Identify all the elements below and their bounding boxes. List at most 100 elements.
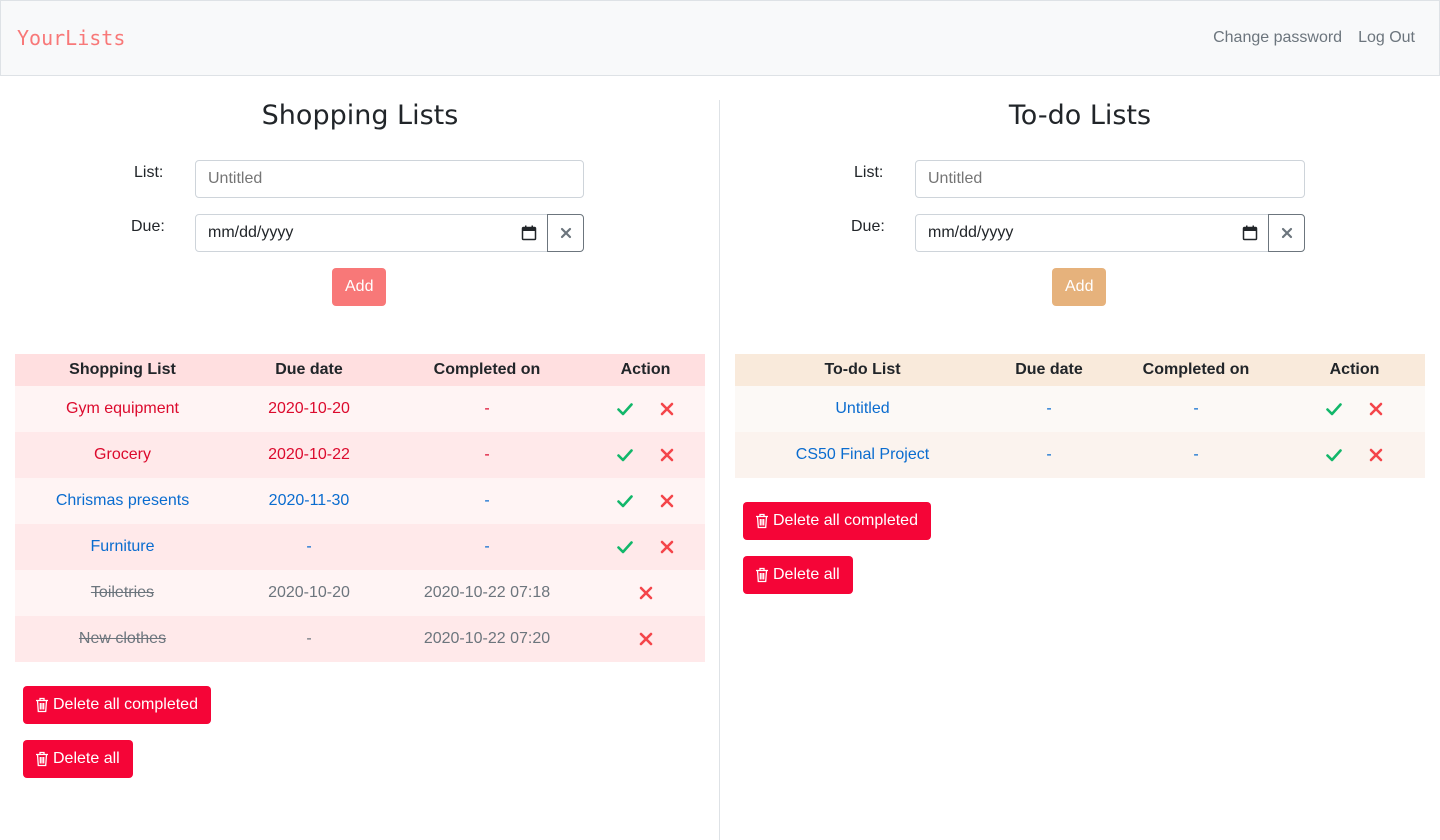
col-header-action: Action	[1329, 361, 1380, 378]
action-cell	[586, 432, 705, 478]
col-header-due: Due date	[275, 361, 343, 378]
table-row: Untitled - -	[735, 386, 1425, 432]
shopping-delete-all-button[interactable]: Delete all	[23, 740, 133, 778]
calendar-icon[interactable]	[1242, 225, 1258, 241]
list-name-link[interactable]: Toiletries	[15, 570, 230, 616]
delete-completed-label: Delete all completed	[53, 696, 198, 713]
action-cell	[586, 616, 705, 662]
list-name-link[interactable]: Furniture	[15, 524, 230, 570]
brand-logo[interactable]: YourLists	[17, 26, 125, 50]
table-row: CS50 Final Project - -	[735, 432, 1425, 478]
completed-on: 2020-10-22 07:18	[423, 584, 551, 601]
shopping-due-input[interactable]: mm/dd/yyyy	[195, 214, 548, 252]
shopping-due-placeholder: mm/dd/yyyy	[208, 224, 294, 241]
completed-on: -	[484, 492, 490, 509]
col-header-action: Action	[620, 361, 671, 378]
table-row: Grocery 2020-10-22 -	[15, 432, 705, 478]
list-name-link[interactable]: Grocery	[15, 432, 230, 478]
todo-add-button[interactable]: Add	[1052, 268, 1107, 306]
table-row: New clothes - 2020-10-22 07:20	[15, 616, 705, 662]
due-date: 2020-10-22	[268, 446, 350, 463]
shopping-list-input[interactable]	[195, 160, 584, 198]
delete-x-icon[interactable]	[638, 585, 654, 601]
trash-icon	[756, 513, 768, 529]
todo-table: To-do List Due date Completed on Action …	[735, 354, 1425, 478]
delete-x-icon[interactable]	[659, 493, 675, 509]
due-date: -	[1046, 400, 1052, 417]
nav-links: Change password Log Out	[1213, 29, 1415, 47]
shopping-list-label: List:	[134, 164, 164, 181]
trash-icon	[756, 567, 768, 583]
list-name-link[interactable]: Chrismas presents	[15, 478, 230, 524]
action-cell	[586, 570, 705, 616]
todo-list-input[interactable]	[915, 160, 1305, 198]
list-name-link[interactable]: CS50 Final Project	[735, 432, 990, 478]
action-cell	[1284, 432, 1425, 478]
trash-icon	[36, 697, 48, 713]
due-date: -	[1046, 446, 1052, 463]
logout-link[interactable]: Log Out	[1358, 29, 1415, 47]
col-header-due: Due date	[1015, 361, 1083, 378]
completed-on: -	[1193, 446, 1199, 463]
completed-on: 2020-10-22 07:20	[423, 630, 551, 647]
delete-x-icon[interactable]	[659, 539, 675, 555]
shopping-clear-date-button[interactable]	[547, 214, 584, 252]
list-name-link[interactable]: Gym equipment	[15, 386, 230, 432]
delete-all-label: Delete all	[53, 750, 120, 767]
list-name-link[interactable]: New clothes	[15, 616, 230, 662]
due-date: -	[306, 538, 312, 555]
delete-all-label: Delete all	[773, 566, 840, 583]
check-icon[interactable]	[1325, 401, 1342, 417]
check-icon[interactable]	[616, 401, 633, 417]
shopping-add-button[interactable]: Add	[332, 268, 387, 306]
close-icon	[560, 227, 571, 239]
check-icon[interactable]	[616, 447, 633, 463]
table-row: Toiletries 2020-10-20 2020-10-22 07:18	[15, 570, 705, 616]
navbar: YourLists Change password Log Out	[0, 0, 1440, 76]
due-date: -	[306, 630, 312, 647]
delete-x-icon[interactable]	[659, 447, 675, 463]
col-header-completed: Completed on	[1142, 361, 1250, 378]
todo-list-label: List:	[854, 164, 884, 181]
column-divider	[719, 100, 720, 840]
col-header-list: To-do List	[824, 361, 901, 378]
completed-on: -	[484, 538, 490, 555]
col-header-completed: Completed on	[433, 361, 541, 378]
delete-completed-label: Delete all completed	[773, 512, 918, 529]
due-date: 2020-11-30	[268, 492, 350, 509]
shopping-table-header: Shopping List Due date Completed on Acti…	[15, 354, 705, 386]
calendar-icon[interactable]	[521, 225, 537, 241]
trash-icon	[36, 751, 48, 767]
completed-on: -	[484, 400, 490, 417]
check-icon[interactable]	[616, 493, 633, 509]
todo-delete-all-button[interactable]: Delete all	[743, 556, 853, 594]
due-date: 2020-10-20	[268, 584, 350, 601]
delete-x-icon[interactable]	[1368, 401, 1384, 417]
todo-table-header: To-do List Due date Completed on Action	[735, 354, 1425, 386]
due-date: 2020-10-20	[268, 400, 350, 417]
action-cell	[586, 386, 705, 432]
action-cell	[586, 478, 705, 524]
todo-due-placeholder: mm/dd/yyyy	[928, 224, 1014, 241]
col-header-list: Shopping List	[69, 361, 176, 378]
action-cell	[586, 524, 705, 570]
shopping-table: Shopping List Due date Completed on Acti…	[15, 354, 705, 662]
change-password-link[interactable]: Change password	[1213, 29, 1342, 47]
todo-title: To-do Lists	[1008, 100, 1152, 131]
list-name-link[interactable]: Untitled	[735, 386, 990, 432]
shopping-due-label: Due:	[131, 218, 165, 235]
delete-x-icon[interactable]	[638, 631, 654, 647]
todo-due-input[interactable]: mm/dd/yyyy	[915, 214, 1269, 252]
todo-delete-completed-button[interactable]: Delete all completed	[743, 502, 931, 540]
completed-on: -	[484, 446, 490, 463]
table-row: Furniture - -	[15, 524, 705, 570]
check-icon[interactable]	[1325, 447, 1342, 463]
close-icon	[1281, 227, 1292, 239]
shopping-delete-completed-button[interactable]: Delete all completed	[23, 686, 211, 724]
completed-on: -	[1193, 400, 1199, 417]
delete-x-icon[interactable]	[1368, 447, 1384, 463]
todo-clear-date-button[interactable]	[1268, 214, 1305, 252]
delete-x-icon[interactable]	[659, 401, 675, 417]
check-icon[interactable]	[616, 539, 633, 555]
action-cell	[1284, 386, 1425, 432]
